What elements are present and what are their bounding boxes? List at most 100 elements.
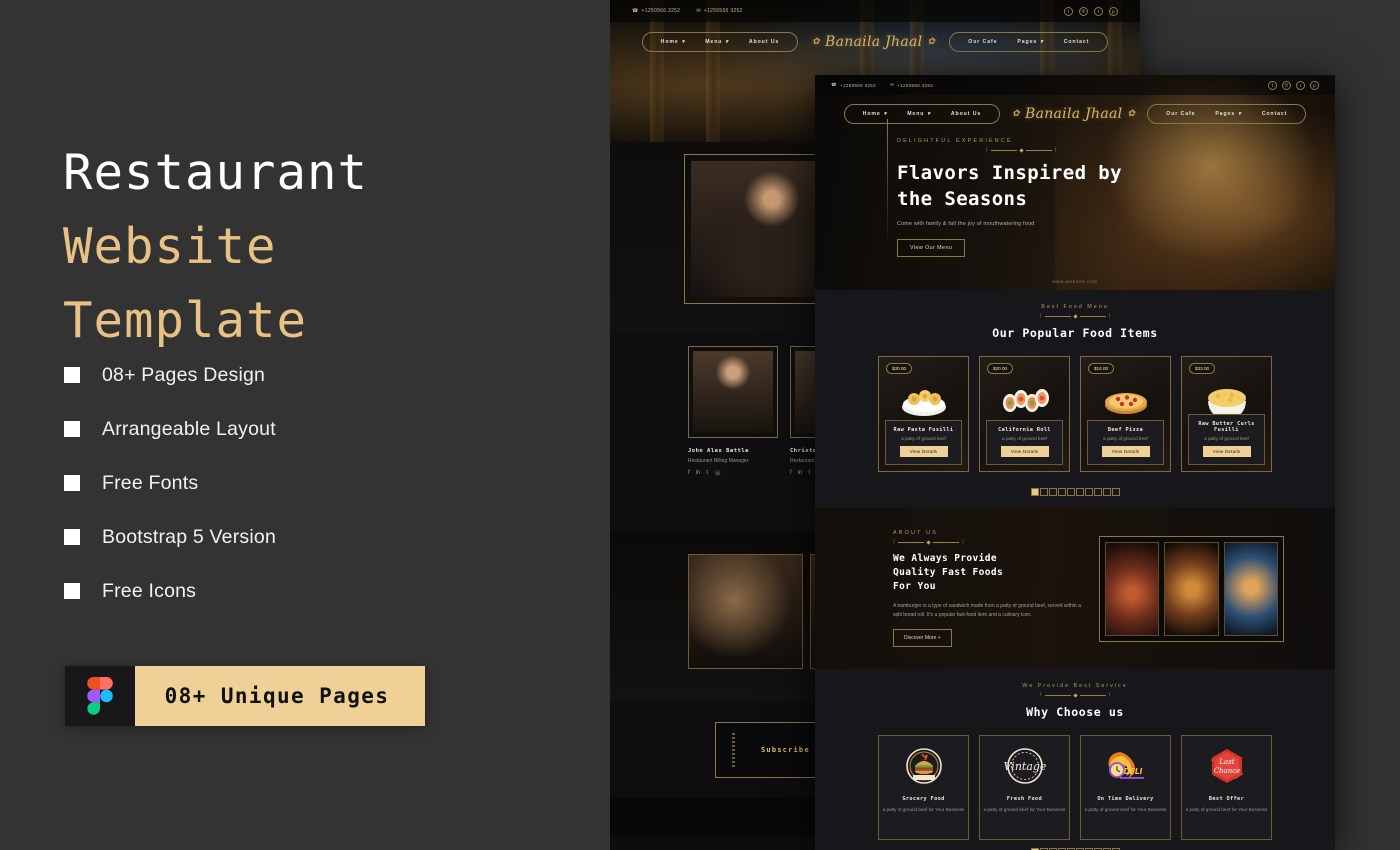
gallery-image-roast-chicken[interactable] [1223, 541, 1278, 636]
nav-item-contact[interactable]: Contact [1064, 39, 1090, 45]
hero-title-line1: Flavors Inspired by [897, 162, 1122, 184]
view-details-button[interactable]: View Details [1202, 446, 1251, 457]
feature-label: Arrangeable Layout [102, 417, 276, 440]
twitter-icon[interactable]: t [706, 470, 708, 477]
pagination-dot[interactable] [1039, 488, 1048, 496]
view-details-button[interactable]: View Details [1101, 446, 1150, 457]
unique-pages-label: 08+ Unique Pages [164, 684, 390, 708]
team-member-role: Restaurant Billing Manager [688, 458, 749, 464]
chevron-down-icon: ▾ [927, 111, 931, 117]
pagination-dot[interactable] [1093, 488, 1102, 496]
brand-logo[interactable]: ✿ Banaila Jhaal ✿ [812, 34, 935, 50]
food-card[interactable]: $33.00 Raw Butter Curls Fusilli a patty … [1181, 356, 1272, 472]
twitter-icon[interactable]: t [1296, 80, 1305, 90]
pagination-dot[interactable] [1111, 488, 1120, 496]
pagination-dot[interactable] [1075, 488, 1084, 496]
hero-title-line2: the Seasons [897, 188, 1028, 210]
phone-item[interactable]: ☎ +1250566 3252 [632, 8, 680, 14]
pagination-dot[interactable] [1084, 488, 1093, 496]
about-title-line1: We Always Provide [893, 553, 998, 564]
why-card[interactable]: Grocery Food a patty of ground beef for … [878, 735, 969, 840]
view-details-button[interactable]: View Details [1000, 446, 1049, 457]
view-menu-button[interactable]: View Our Menu [897, 239, 966, 257]
why-card-name: Best Offer [1208, 796, 1245, 802]
twitter-icon[interactable]: t [808, 470, 810, 476]
nav-item-our-cafe[interactable]: Our Cafe [1166, 111, 1195, 117]
nav-item-menu[interactable]: Menu ▾ [907, 111, 931, 117]
team-social-row: f in t ☏ [688, 470, 778, 477]
food-card[interactable]: $20.00 California Roll a patty of ground… [979, 356, 1070, 472]
menu-kicker: Best Food Menu [1041, 304, 1109, 310]
page-title: Restaurant Website Template [63, 136, 603, 358]
phone-item[interactable]: ☎ +1250566 3252 [831, 82, 876, 88]
pagination-dot[interactable] [1066, 488, 1075, 496]
about-title-line3: For You [893, 581, 936, 592]
facebook-icon[interactable]: f [688, 470, 690, 477]
nav-item-about[interactable]: About Us [749, 39, 779, 45]
food-card[interactable]: $30.00 Raw Pasta Fusilli a patty of grou… [878, 356, 969, 472]
leaf-ornament-icon: ✿ [927, 37, 936, 47]
gallery-image-sauce-pour[interactable] [1164, 541, 1219, 636]
pagination-dot[interactable] [1102, 488, 1111, 496]
bullet-square-icon [64, 421, 80, 437]
facebook-icon[interactable]: f [1064, 6, 1073, 16]
ornament-divider: ⟨ ⟩ [893, 539, 964, 545]
nav-item-about[interactable]: About Us [951, 111, 981, 117]
pagination-dot[interactable] [1048, 488, 1057, 496]
why-card[interactable]: DELI On Time Delivery a patty of ground … [1080, 735, 1171, 840]
pagination-dot-active[interactable] [1030, 488, 1039, 496]
chevron-down-icon: ▾ [1040, 39, 1044, 45]
price-badge: $16.00 [1088, 363, 1115, 374]
menu-pagination[interactable] [815, 480, 1335, 508]
nav-item-pages[interactable]: Pages ▾ [1215, 111, 1241, 117]
brand-name: Banaila Jhaal [824, 34, 923, 50]
pinterest-icon[interactable]: p [1310, 80, 1319, 90]
whatsapp-icon[interactable]: ☏ [714, 470, 722, 477]
twitter-icon[interactable]: t [1094, 6, 1103, 16]
why-card[interactable]: Last Chance Best Offer a patty of ground… [1181, 735, 1272, 840]
pasta-bowl-icon [901, 390, 946, 416]
hero-title: Flavors Inspired by the Seasons [897, 160, 1145, 212]
leaf-ornament-icon: ✿ [1127, 109, 1136, 119]
nav-item-our-cafe[interactable]: Our Cafe [968, 39, 997, 45]
food-desc: a patty of ground beef [901, 436, 946, 441]
phone-number-2: +1250566 3252 [703, 8, 743, 14]
about-section: About Us ⟨ ⟩ We Always Provide Quality Fa… [815, 508, 1335, 669]
discover-more-button[interactable]: Discover More + [893, 629, 952, 647]
team-card[interactable]: John Alex Battle Restaurant Billing Mana… [688, 346, 778, 477]
email-item[interactable]: ✉ +1250566 3252 [696, 8, 742, 14]
linkedin-icon[interactable]: in [696, 470, 701, 477]
instagram-icon[interactable]: ◎ [1282, 80, 1291, 90]
facebook-icon[interactable]: f [790, 470, 792, 476]
brand-logo[interactable]: ✿ Banaila Jhaal ✿ [1012, 106, 1135, 122]
nav-item-pages[interactable]: Pages ▾ [1017, 39, 1043, 45]
why-pagination[interactable] [815, 840, 1335, 850]
linkedin-icon[interactable]: in [798, 470, 803, 476]
unique-pages-button[interactable]: 08+ Unique Pages [65, 666, 425, 726]
view-details-button[interactable]: View Details [899, 446, 948, 457]
food-card[interactable]: $16.00 Beef Pizza a patty of ground beef… [1080, 356, 1171, 472]
nav-item-contact[interactable]: Contact [1262, 111, 1288, 117]
team-member-name: John Alex Battle [688, 448, 749, 454]
why-card-name: Grocery Food [902, 796, 945, 802]
feature-label: Bootstrap 5 Version [102, 525, 276, 548]
food-name: Beef Pizza [1107, 427, 1144, 433]
instagram-icon[interactable]: ◎ [1079, 6, 1088, 16]
why-card-desc: a patty of ground beef for Your Business [882, 807, 965, 812]
food-info: Raw Pasta Fusilli a patty of ground beef… [885, 420, 962, 465]
nav-item-home[interactable]: Home ▾ [863, 111, 888, 117]
nav-item-home[interactable]: Home ▾ [661, 39, 686, 45]
price-badge: $20.00 [987, 363, 1014, 374]
facebook-icon[interactable]: f [1268, 80, 1277, 90]
pagination-dot[interactable] [1057, 488, 1066, 496]
why-card[interactable]: Vintage Fresh Food a patty of ground bee… [979, 735, 1070, 840]
gallery-image-noodle-bowl[interactable] [1105, 541, 1160, 636]
subscribe-button[interactable]: Subscribe [761, 746, 810, 754]
menu-title: Our Popular Food Items [992, 326, 1158, 340]
pinterest-icon[interactable]: p [1109, 6, 1118, 16]
sushi-roll-icon [1002, 389, 1049, 412]
nav-item-menu[interactable]: Menu ▾ [705, 39, 729, 45]
list-item: Free Fonts [64, 456, 524, 510]
nav-right-group: Our Cafe Pages ▾ Contact [949, 32, 1109, 52]
email-item[interactable]: ✉ +1250566 3252 [890, 82, 933, 88]
